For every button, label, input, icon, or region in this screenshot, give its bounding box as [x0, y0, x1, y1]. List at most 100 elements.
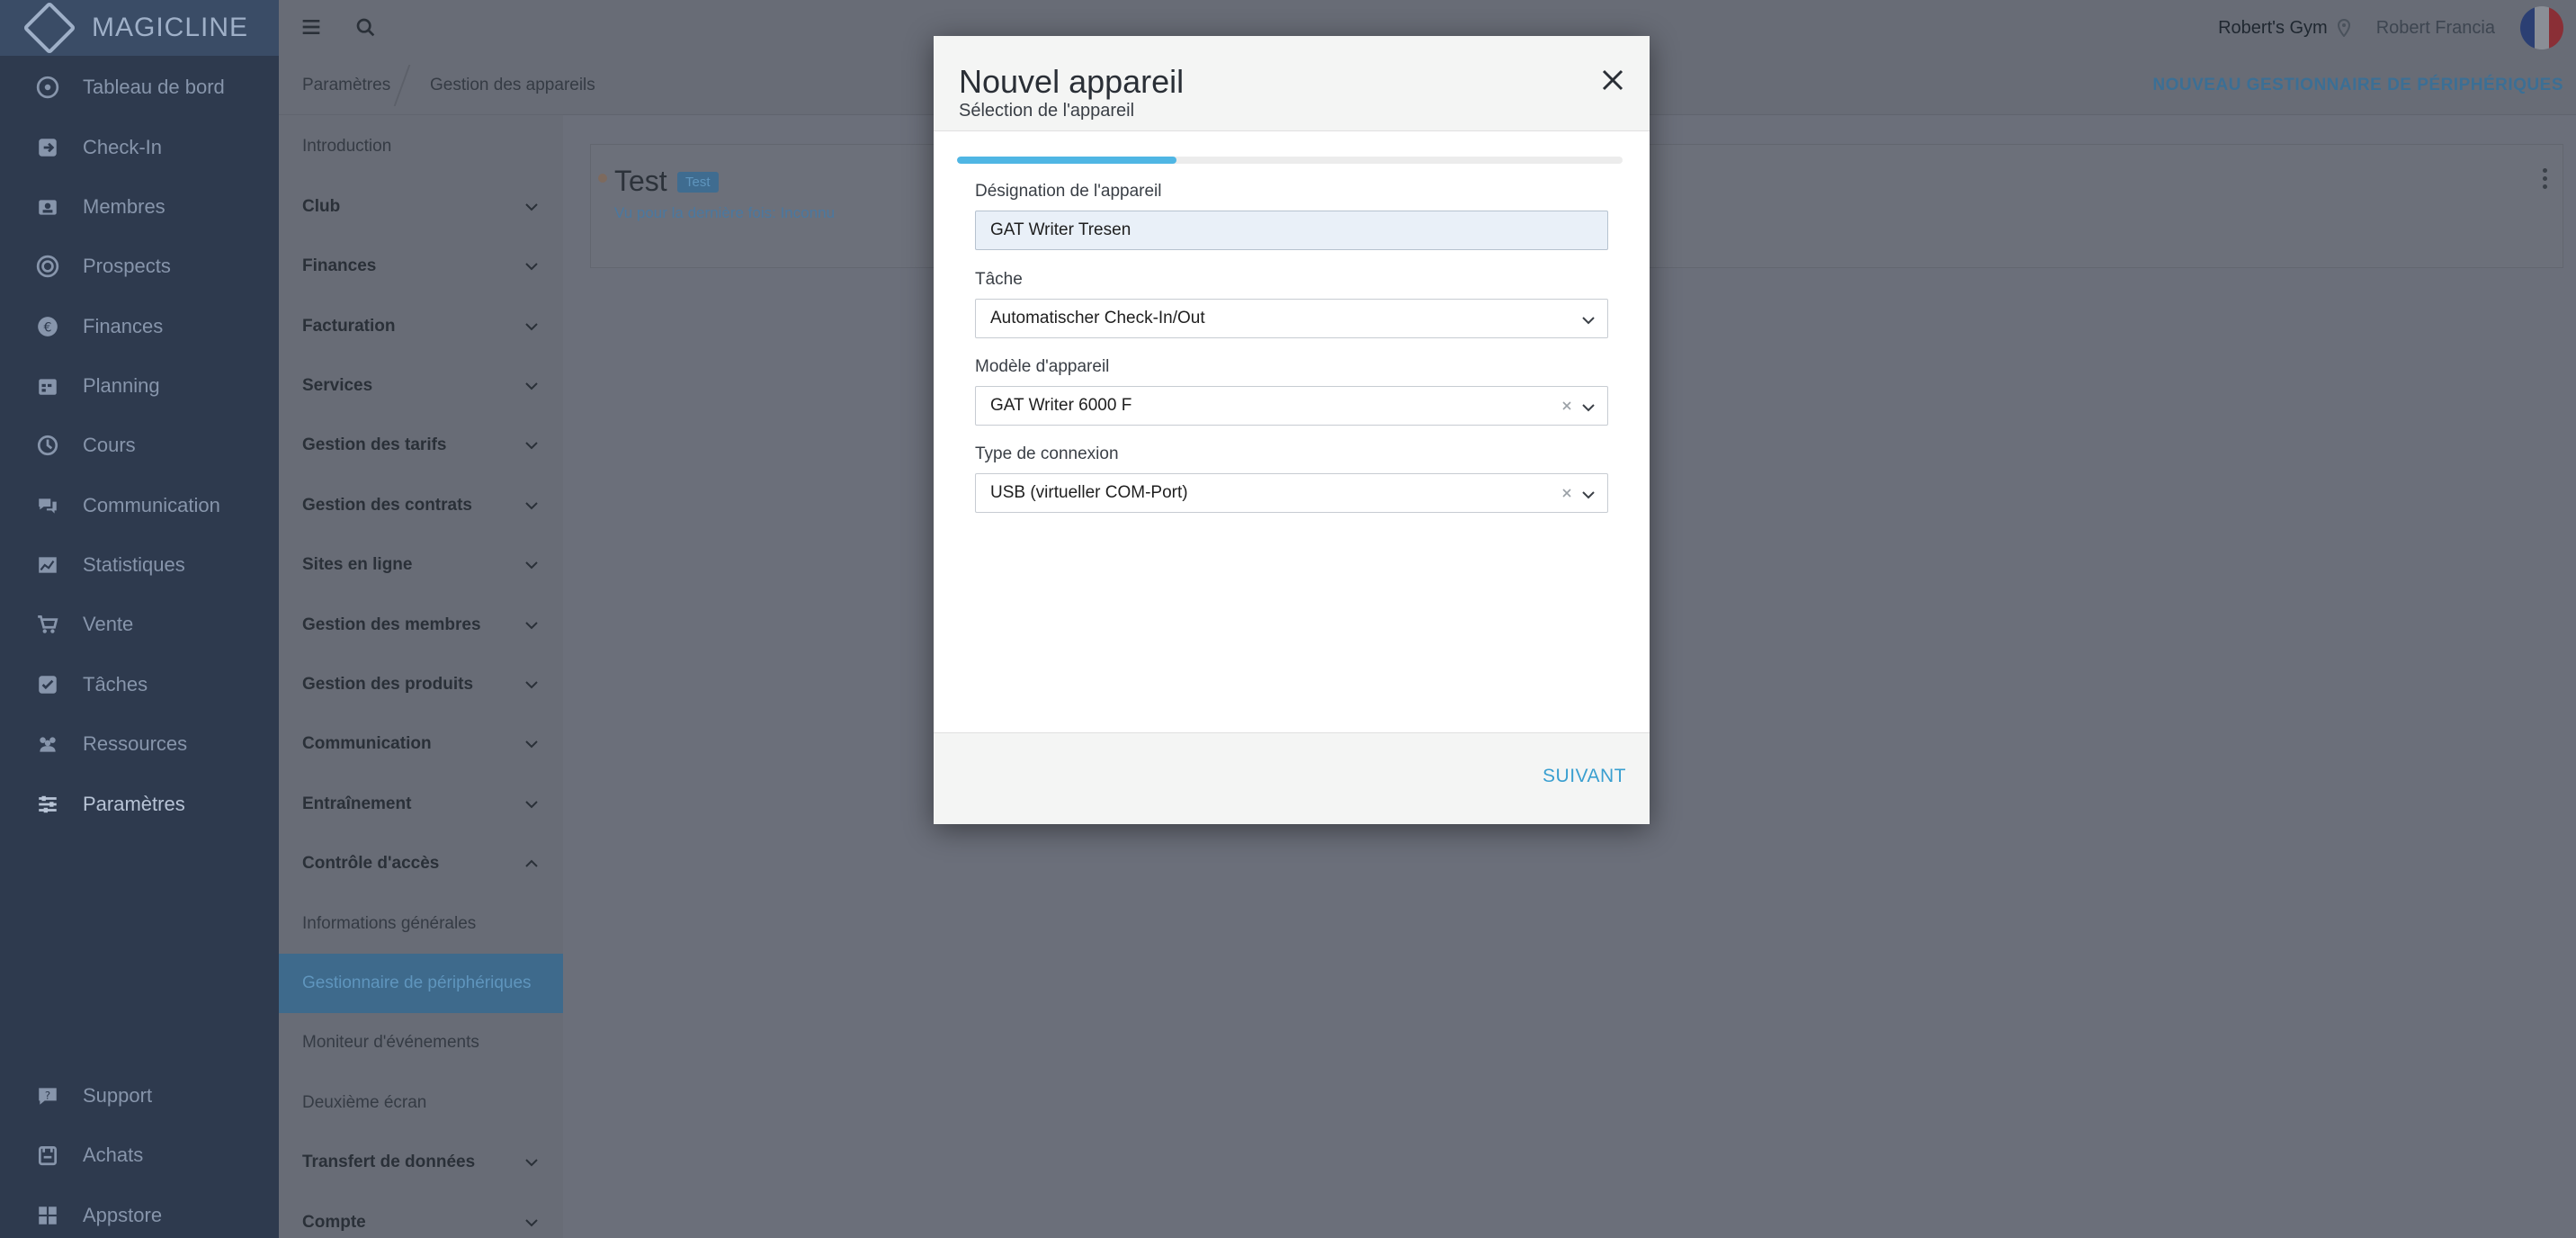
- menu-icon[interactable]: [297, 13, 326, 41]
- subnav-item-label: Gestionnaire de périphériques: [302, 973, 532, 992]
- subnav-item-data-transfer[interactable]: Transfert de données: [279, 1133, 563, 1192]
- dialog-footer: SUIVANT: [934, 732, 1650, 824]
- subnav-item-member-management[interactable]: Gestion des membres: [279, 596, 563, 655]
- subnav-item-services[interactable]: Services: [279, 356, 563, 416]
- chevron-down-icon: [523, 318, 540, 335]
- sidebar-item-statistics[interactable]: Statistiques: [0, 537, 279, 593]
- new-device-dialog: Nouvel appareil Sélection de l'appareil …: [934, 36, 1650, 824]
- courses-icon: [36, 434, 59, 457]
- new-device-manager-button[interactable]: NOUVEAU GESTIONNAIRE DE PÉRIPHÉRIQUES: [2152, 76, 2563, 95]
- logo-text: MAGICLINE: [92, 13, 249, 42]
- sidebar-item-sales[interactable]: Vente: [0, 597, 279, 652]
- subnav-item-label: Introduction: [302, 137, 392, 156]
- dialog-title: Nouvel appareil: [959, 63, 1185, 100]
- sidebar-item-members[interactable]: Membres: [0, 179, 279, 235]
- sidebar-item-settings[interactable]: Paramètres: [0, 776, 279, 832]
- sidebar-item-label: Check-In: [83, 136, 163, 158]
- user-name[interactable]: Robert Francia: [2376, 18, 2495, 39]
- sidebar-item-label: Support: [83, 1084, 153, 1107]
- search-icon[interactable]: [351, 13, 380, 41]
- sidebar-item-label: Tableau de bord: [83, 76, 225, 98]
- chevron-down-icon: [523, 796, 540, 812]
- sidebar-item-check-in[interactable]: Check-In: [0, 120, 279, 175]
- next-button[interactable]: SUIVANT: [1543, 766, 1626, 787]
- subnav-item-access-control[interactable]: Contrôle d'accès: [279, 834, 563, 893]
- subnav-item-account[interactable]: Compte: [279, 1193, 563, 1238]
- subnav-item-online-sites[interactable]: Sites en ligne: [279, 535, 563, 595]
- device-last-seen: Vu pour la dernière fois: Inconnu: [614, 204, 836, 221]
- sidebar-item-label: Paramètres: [83, 793, 185, 815]
- clear-icon[interactable]: [1559, 485, 1575, 501]
- sidebar-item-purchases[interactable]: Achats: [0, 1127, 279, 1183]
- subnav-item-product-management[interactable]: Gestion des produits: [279, 655, 563, 714]
- language-flag-icon[interactable]: [2520, 6, 2563, 49]
- gym-selector[interactable]: Robert's Gym: [2218, 18, 2351, 39]
- sidebar-item-dashboard[interactable]: Tableau de bord: [0, 59, 279, 115]
- subnav-item-billing[interactable]: Facturation: [279, 297, 563, 356]
- more-options-icon[interactable]: [2543, 168, 2550, 192]
- sidebar-item-resources[interactable]: Ressources: [0, 716, 279, 772]
- connection-type-select[interactable]: USB (virtueller COM-Port): [975, 473, 1608, 513]
- sidebar-item-support[interactable]: ? Support: [0, 1068, 279, 1124]
- device-title: Test: [614, 165, 667, 197]
- subnav-item-label: Entraînement: [302, 794, 412, 813]
- task-select[interactable]: Automatischer Check-In/Out: [975, 299, 1608, 338]
- sidebar-item-label: Appstore: [83, 1204, 163, 1226]
- sidebar-item-planning[interactable]: Planning: [0, 358, 279, 414]
- subnav-item-label: Sites en ligne: [302, 555, 413, 574]
- subnav-item-general-info[interactable]: Informations générales: [279, 894, 563, 954]
- subnav-item-finances[interactable]: Finances: [279, 237, 563, 296]
- logo[interactable]: MAGICLINE: [0, 0, 279, 56]
- chevron-down-icon: [523, 617, 540, 633]
- close-icon[interactable]: [1599, 67, 1626, 94]
- chevron-down-icon: [1580, 312, 1597, 328]
- subnav-item-label: Communication: [302, 734, 432, 753]
- sidebar-item-courses[interactable]: Cours: [0, 417, 279, 473]
- device-designation-input[interactable]: [975, 211, 1608, 250]
- subnav-item-communication[interactable]: Communication: [279, 714, 563, 774]
- sidebar-item-label: Cours: [83, 434, 136, 456]
- subnav-item-club[interactable]: Club: [279, 177, 563, 237]
- breadcrumb-item-settings[interactable]: Paramètres: [302, 76, 390, 95]
- tasks-icon: [36, 673, 59, 696]
- device-model-select[interactable]: GAT Writer 6000 F: [975, 386, 1608, 426]
- sidebar-item-appstore[interactable]: Appstore: [0, 1188, 279, 1238]
- task-label: Tâche: [975, 270, 1023, 289]
- sidebar-item-label: Membres: [83, 195, 165, 218]
- wizard-progress-fill: [957, 157, 1177, 164]
- sidebar-item-tasks[interactable]: Tâches: [0, 657, 279, 713]
- subnav-item-second-screen[interactable]: Deuxième écran: [279, 1073, 563, 1133]
- clear-icon[interactable]: [1559, 398, 1575, 414]
- appstore-icon: [36, 1204, 59, 1227]
- subnav-item-event-monitor[interactable]: Moniteur d'événements: [279, 1013, 563, 1072]
- task-select-value: Automatischer Check-In/Out: [990, 309, 1205, 327]
- dialog-subtitle: Sélection de l'appareil: [959, 101, 1135, 121]
- chevron-down-icon: [523, 437, 540, 453]
- sidebar-item-label: Communication: [83, 494, 220, 516]
- chevron-down-icon: [523, 1215, 540, 1231]
- chevron-down-icon: [523, 1154, 540, 1171]
- subnav-item-label: Contrôle d'accès: [302, 854, 440, 873]
- subnav-item-rates[interactable]: Gestion des tarifs: [279, 416, 563, 475]
- sidebar-item-finances[interactable]: € Finances: [0, 299, 279, 354]
- device-model-value: GAT Writer 6000 F: [990, 396, 1132, 415]
- subnav-item-device-manager[interactable]: Gestionnaire de périphériques: [279, 954, 563, 1013]
- designation-label: Désignation de l'appareil: [975, 182, 1162, 201]
- subnav-item-contracts[interactable]: Gestion des contrats: [279, 476, 563, 535]
- model-label: Modèle d'appareil: [975, 357, 1110, 376]
- sidebar-item-label: Achats: [83, 1144, 144, 1166]
- svg-text:?: ?: [45, 1089, 50, 1101]
- calendar-icon: [36, 374, 59, 398]
- subnav-item-label: Gestion des membres: [302, 615, 481, 634]
- subnav-item-training[interactable]: Entraînement: [279, 775, 563, 834]
- breadcrumb-item-device-management[interactable]: Gestion des appareils: [430, 76, 595, 95]
- chevron-down-icon: [1580, 487, 1597, 503]
- sidebar-item-prospects[interactable]: Prospects: [0, 238, 279, 294]
- sidebar-item-communication[interactable]: Communication: [0, 478, 279, 534]
- chevron-down-icon: [523, 498, 540, 514]
- logo-icon: [22, 1, 76, 55]
- sidebar-item-label: Tâches: [83, 673, 148, 695]
- subnav-item-introduction[interactable]: Introduction: [279, 117, 563, 176]
- members-icon: [36, 195, 59, 219]
- subnav-item-label: Gestion des produits: [302, 675, 474, 694]
